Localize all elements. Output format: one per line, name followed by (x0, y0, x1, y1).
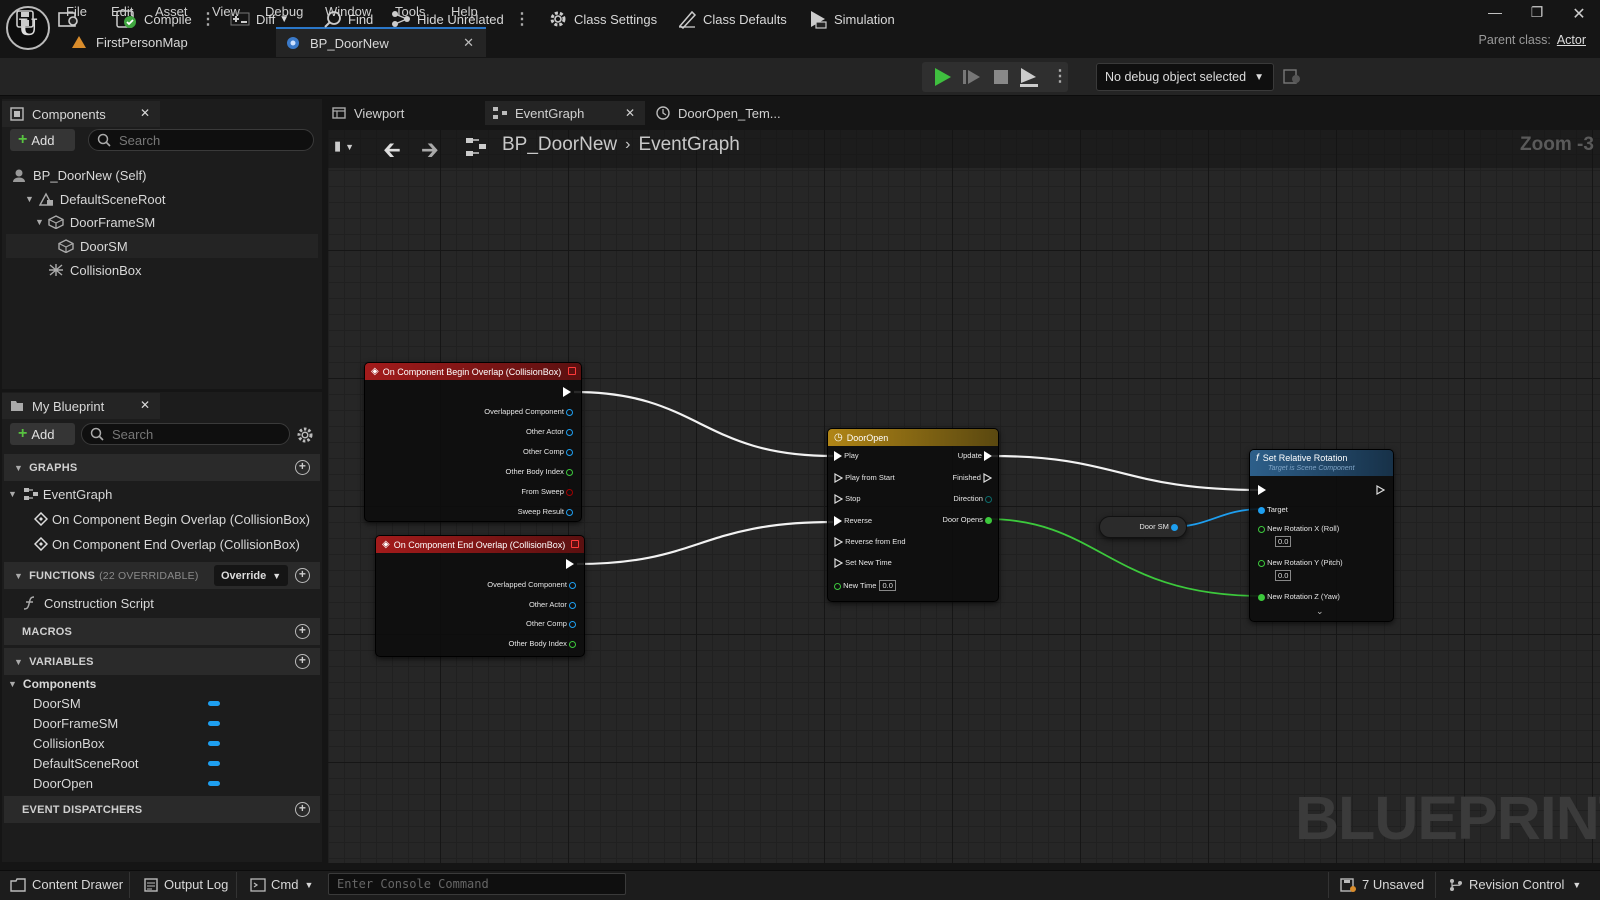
pin-target[interactable]: Target (1258, 505, 1288, 514)
rotation-y-value[interactable]: 0.0 (1272, 570, 1292, 581)
pin-reverse[interactable]: Reverse (834, 516, 872, 527)
node-header: f Set Relative Rotation Target is Scene … (1250, 450, 1393, 476)
pin-new-time[interactable]: New Time 0.0 (834, 580, 896, 591)
breadcrumb-root[interactable]: BP_DoorNew (502, 134, 617, 156)
pin-overlapped-component[interactable]: Overlapped Component (487, 580, 576, 589)
divider (1435, 872, 1436, 898)
delegate-pin-icon[interactable] (571, 540, 579, 548)
exec-wire-end-to-reverse (576, 520, 834, 566)
chevron-down-icon: ▼ (304, 879, 314, 890)
divider (236, 872, 237, 898)
terminal-icon (250, 877, 266, 892)
forward-arrow-icon[interactable]: 🡲 (421, 133, 439, 171)
chevron-down-icon: ▼ (1572, 879, 1582, 890)
node-subtitle: Target is Scene Component (1268, 465, 1355, 472)
content-drawer-icon (10, 877, 26, 892)
console-placeholder: Enter Console Command (337, 877, 489, 891)
content-drawer-label: Content Drawer (32, 877, 124, 892)
pin-set-new-time[interactable]: Set New Time (834, 558, 892, 569)
divider (129, 872, 130, 898)
breadcrumb-separator-icon: › (625, 136, 631, 153)
exec-out-pin[interactable] (563, 387, 571, 398)
output-log-label: Output Log (164, 877, 229, 892)
exec-out-pin[interactable] (1376, 485, 1385, 496)
node-title: DoorOpen (846, 432, 889, 443)
node-header: ◈ On Component End Overlap (CollisionBox… (376, 536, 584, 553)
pin-from-sweep[interactable]: From Sweep (521, 487, 573, 496)
pin-rotation-z[interactable]: New Rotation Z (Yaw) (1258, 592, 1340, 601)
pin-rotation-x[interactable]: New Rotation X (Roll) (1258, 524, 1339, 533)
node-title: Set Relative Rotation (1262, 453, 1348, 463)
unsaved-files-icon (1340, 877, 1356, 892)
output-log-button[interactable]: Output Log (144, 877, 228, 892)
exec-wire-update-to-set-rotation (991, 454, 1263, 492)
breadcrumb: BP_DoorNew › EventGraph (502, 134, 740, 156)
exec-wire-begin-to-play (573, 390, 834, 458)
exec-out-pin[interactable] (566, 559, 574, 570)
content-drawer-button[interactable]: Content Drawer (10, 877, 123, 892)
breadcrumb-current: EventGraph (638, 134, 740, 155)
node-begin-overlap[interactable]: ◈ On Component Begin Overlap (CollisionB… (364, 362, 582, 522)
node-set-relative-rotation[interactable]: f Set Relative Rotation Target is Scene … (1249, 449, 1394, 622)
pin-overlapped-component[interactable]: Overlapped Component (484, 407, 573, 416)
pin-other-comp[interactable]: Other Comp (523, 447, 573, 456)
cmd-dropdown[interactable]: Cmd ▼ (250, 877, 313, 892)
pin-door-sm[interactable]: Door SM (1139, 522, 1178, 531)
cmd-label: Cmd (271, 877, 299, 892)
pin-other-actor[interactable]: Other Actor (529, 600, 576, 609)
node-title: On Component End Overlap (CollisionBox) (393, 539, 566, 550)
function-f-icon: f (1256, 453, 1259, 464)
bookmark-icon[interactable]: ▮ ▼ (334, 138, 354, 154)
back-arrow-icon[interactable]: 🡰 (383, 133, 401, 171)
expand-node-chevron-icon[interactable]: ⌄ (1316, 606, 1324, 617)
graph-breadcrumb-icon (465, 137, 487, 157)
pin-stop[interactable]: Stop (834, 494, 861, 505)
revision-control-dropdown[interactable]: Revision Control ▼ (1449, 877, 1581, 892)
node-end-overlap[interactable]: ◈ On Component End Overlap (CollisionBox… (375, 535, 585, 657)
pin-other-actor[interactable]: Other Actor (526, 427, 573, 436)
pin-finished[interactable]: Finished (953, 473, 992, 484)
pin-sweep-result[interactable]: Sweep Result (518, 507, 573, 516)
timeline-clock-icon: ◷ (834, 432, 843, 443)
event-diamond-icon: ◈ (382, 539, 390, 550)
pin-other-comp[interactable]: Other Comp (526, 619, 576, 628)
pin-update[interactable]: Update (958, 451, 992, 462)
pin-rotation-y[interactable]: New Rotation Y (Pitch) (1258, 558, 1343, 567)
pin-other-body-index[interactable]: Other Body Index (506, 467, 573, 476)
pin-play-from-start[interactable]: Play from Start (834, 473, 895, 484)
pin-other-body-index[interactable]: Other Body Index (509, 639, 576, 648)
node-title: On Component Begin Overlap (CollisionBox… (382, 366, 562, 377)
rotation-x-value[interactable]: 0.0 (1272, 536, 1292, 547)
node-header: ◷ DoorOpen (828, 429, 998, 446)
node-door-sm-getter[interactable]: Door SM (1099, 516, 1187, 538)
console-command-input[interactable]: Enter Console Command (328, 873, 626, 895)
pin-door-opens[interactable]: Door Opens (942, 515, 992, 524)
blueprint-watermark: BLUEPRINT (1295, 784, 1600, 852)
pin-play[interactable]: Play (834, 451, 859, 462)
pin-reverse-from-end[interactable]: Reverse from End (834, 537, 906, 548)
event-diamond-icon: ◈ (371, 366, 379, 377)
node-header: ◈ On Component Begin Overlap (CollisionB… (365, 363, 581, 380)
zoom-level: Zoom -3 (1520, 134, 1594, 155)
divider (1328, 872, 1329, 898)
unsaved-button[interactable]: 7 Unsaved (1340, 877, 1424, 892)
pin-direction[interactable]: Direction (953, 494, 992, 503)
new-time-value[interactable]: 0.0 (879, 580, 896, 591)
revision-branch-icon (1450, 878, 1462, 891)
node-door-open-timeline[interactable]: ◷ DoorOpen Play Play from Start Stop Rev… (827, 428, 999, 602)
revision-control-label: Revision Control (1469, 877, 1565, 892)
delegate-pin-icon[interactable] (568, 367, 576, 375)
exec-in-pin[interactable] (1258, 485, 1266, 496)
output-log-icon (144, 877, 158, 892)
unsaved-label: 7 Unsaved (1362, 877, 1425, 892)
